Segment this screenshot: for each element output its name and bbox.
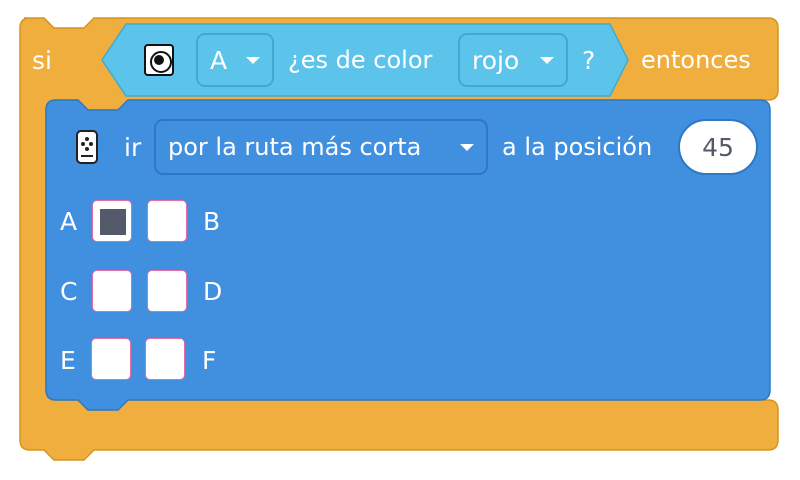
chevron-down-icon [540, 57, 554, 64]
port-a-checked-fill [100, 209, 126, 235]
port-c-checkbox[interactable] [92, 270, 132, 312]
then-keyword: entonces [641, 46, 751, 74]
if-keyword: si [32, 46, 52, 75]
route-dropdown[interactable]: por la ruta más corta [154, 119, 488, 175]
port-e-checkbox[interactable] [91, 338, 131, 380]
block-workspace: si A ¿es de color rojo ? entonces ir por… [0, 0, 800, 480]
port-label-d: D [203, 277, 223, 306]
question-mark: ? [582, 46, 596, 75]
remote-control-icon [76, 130, 98, 164]
port-b-checkbox[interactable] [147, 200, 187, 242]
color-dropdown-value: rojo [472, 45, 520, 75]
port-label-a: A [60, 207, 78, 236]
port-a-checkbox[interactable] [92, 200, 132, 242]
position-value: 45 [702, 132, 734, 162]
port-label-e: E [60, 346, 76, 375]
port-dropdown[interactable]: A [196, 33, 274, 87]
port-d-checkbox[interactable] [147, 270, 187, 312]
port-dropdown-value: A [210, 45, 228, 75]
chevron-down-icon [246, 57, 260, 64]
color-sensor-icon [144, 44, 174, 76]
chevron-down-icon [460, 144, 474, 151]
position-input[interactable]: 45 [678, 119, 758, 175]
position-label: a la posición [502, 133, 653, 161]
route-dropdown-value: por la ruta más corta [168, 133, 422, 161]
port-label-c: C [60, 277, 78, 306]
color-dropdown[interactable]: rojo [458, 33, 568, 87]
port-f-checkbox[interactable] [145, 338, 185, 380]
go-verb: ir [124, 133, 142, 162]
port-label-f: F [202, 346, 217, 375]
condition-text: ¿es de color [288, 46, 433, 74]
port-label-b: B [203, 207, 221, 236]
